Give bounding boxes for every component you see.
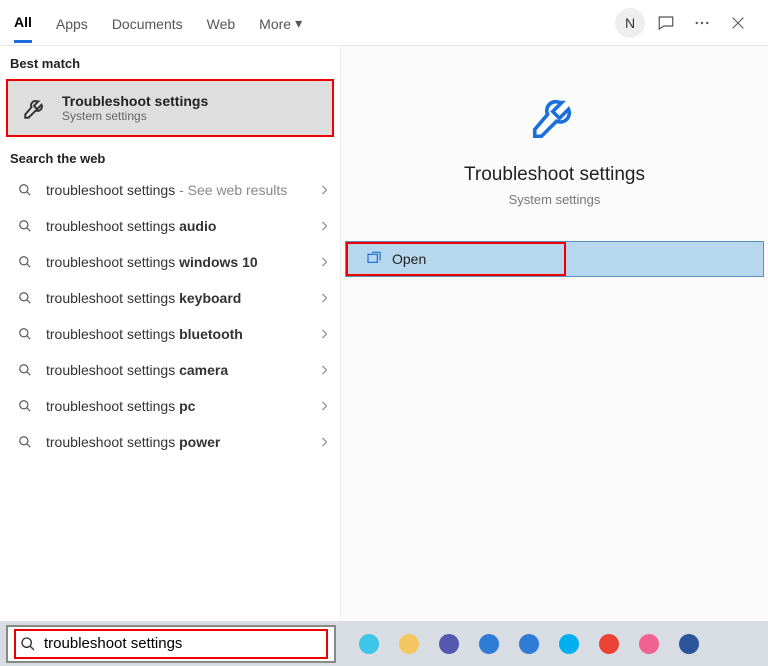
search-tabs: All Apps Documents Web More ▾ N (0, 0, 768, 46)
web-result[interactable]: troubleshoot settings audio (0, 208, 340, 244)
close-icon[interactable] (722, 7, 754, 39)
best-match-header: Best match (0, 46, 340, 77)
chevron-right-icon (318, 292, 330, 304)
user-avatar[interactable]: N (614, 7, 646, 39)
detail-panel: Troubleshoot settings System settings Op… (340, 46, 768, 621)
web-result[interactable]: troubleshoot settings power (0, 424, 340, 460)
wrench-icon (18, 91, 52, 125)
feedback-icon[interactable] (650, 7, 682, 39)
search-icon (14, 399, 36, 413)
detail-subtitle: System settings (341, 192, 768, 207)
web-result-label: troubleshoot settings bluetooth (46, 326, 318, 342)
web-result[interactable]: troubleshoot settings windows 10 (0, 244, 340, 280)
chevron-right-icon (318, 184, 330, 196)
tab-apps[interactable]: Apps (56, 4, 88, 42)
teams-icon[interactable] (434, 629, 464, 659)
tab-web[interactable]: Web (207, 4, 236, 42)
taskbar-icons (354, 629, 704, 659)
web-result-label: troubleshoot settings power (46, 434, 318, 450)
chrome-icon[interactable] (594, 629, 624, 659)
chevron-right-icon (318, 400, 330, 412)
best-match-result[interactable]: Troubleshoot settings System settings (6, 79, 334, 137)
search-icon (14, 363, 36, 377)
open-action[interactable]: Open (345, 241, 764, 277)
chevron-right-icon (318, 436, 330, 448)
web-result[interactable]: troubleshoot settings - See web results (0, 172, 340, 208)
search-input[interactable] (44, 635, 326, 652)
paint-icon[interactable] (634, 629, 664, 659)
web-result[interactable]: troubleshoot settings camera (0, 352, 340, 388)
search-box[interactable] (6, 625, 336, 663)
store-icon[interactable] (514, 629, 544, 659)
more-options-icon[interactable] (686, 7, 718, 39)
search-icon (14, 255, 36, 269)
edge-icon[interactable] (354, 629, 384, 659)
web-result-label: troubleshoot settings pc (46, 398, 318, 414)
wrench-large-icon (525, 86, 585, 146)
chevron-down-icon: ▾ (295, 15, 302, 32)
tab-more-label: More (259, 16, 291, 32)
search-icon (20, 636, 36, 652)
web-result-label: troubleshoot settings camera (46, 362, 318, 378)
search-icon (14, 327, 36, 341)
best-match-title: Troubleshoot settings (62, 93, 208, 109)
web-results-list: troubleshoot settings - See web results … (0, 172, 340, 460)
detail-title: Troubleshoot settings (341, 164, 768, 186)
web-result[interactable]: troubleshoot settings pc (0, 388, 340, 424)
web-result-label: troubleshoot settings windows 10 (46, 254, 318, 270)
web-result[interactable]: troubleshoot settings bluetooth (0, 316, 340, 352)
chevron-right-icon (318, 256, 330, 268)
search-icon (14, 291, 36, 305)
tab-more[interactable]: More ▾ (259, 3, 302, 42)
word-icon[interactable] (674, 629, 704, 659)
results-panel: Best match Troubleshoot settings System … (0, 46, 340, 621)
tab-documents[interactable]: Documents (112, 4, 183, 42)
best-match-subtitle: System settings (62, 109, 208, 123)
file-explorer-icon[interactable] (394, 629, 424, 659)
search-icon (14, 183, 36, 197)
web-result[interactable]: troubleshoot settings keyboard (0, 280, 340, 316)
chevron-right-icon (318, 220, 330, 232)
skype-icon[interactable] (554, 629, 584, 659)
web-result-label: troubleshoot settings - See web results (46, 182, 318, 198)
chevron-right-icon (318, 364, 330, 376)
mail-icon[interactable] (474, 629, 504, 659)
taskbar (0, 621, 768, 666)
search-web-header: Search the web (0, 141, 340, 172)
search-icon (14, 219, 36, 233)
chevron-right-icon (318, 328, 330, 340)
open-label: Open (392, 251, 426, 267)
search-icon (14, 435, 36, 449)
avatar-initial: N (615, 8, 645, 38)
web-result-label: troubleshoot settings keyboard (46, 290, 318, 306)
tab-all[interactable]: All (14, 2, 32, 43)
web-result-label: troubleshoot settings audio (46, 218, 318, 234)
open-icon (366, 251, 382, 267)
